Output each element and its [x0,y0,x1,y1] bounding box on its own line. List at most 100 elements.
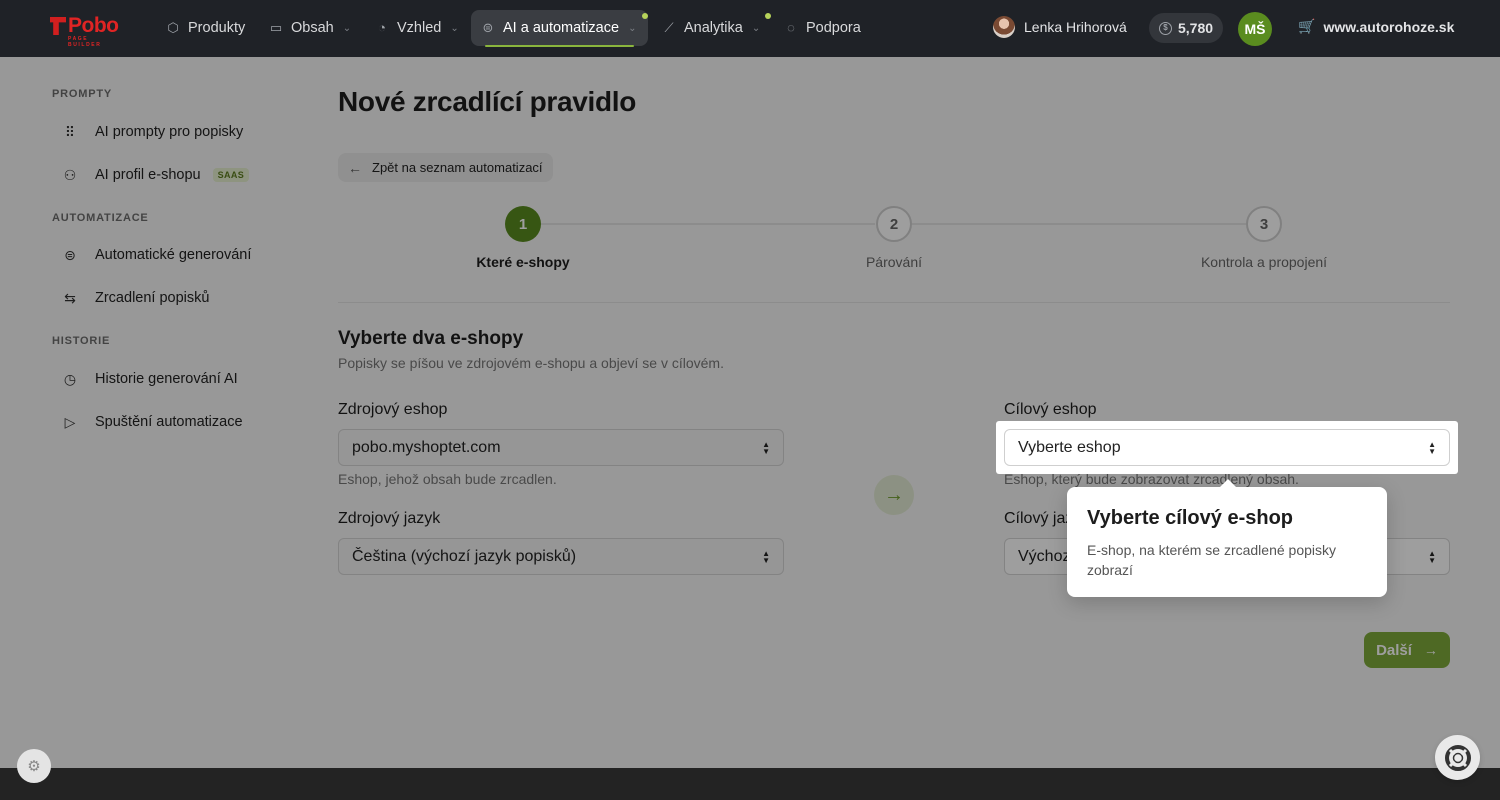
notification-dot [765,13,771,19]
logo-subtitle: PAGE BUILDER [68,36,102,48]
notification-dot [642,13,648,19]
source-eshop-value: pobo.myshoptet.com [352,438,501,456]
nav-label: Podpora [806,20,861,36]
grid-icon: ⠿ [64,124,76,140]
play-icon: ▷ [64,414,76,430]
stepper-line [912,223,1246,225]
chat-icon: ◌ [787,20,795,35]
site-switcher[interactable]: 🛒 www.autorohoze.sk [1298,18,1454,35]
step-2-label: Párování [865,254,923,270]
source-language-select[interactable]: Čeština (výchozí jazyk popisků) ▲ ▼ [338,538,784,575]
chevron-down-icon: ⌄ [450,22,459,34]
target-eshop-select[interactable]: Vyberte eshop ▲ ▼ [1004,429,1450,466]
source-eshop-select[interactable]: pobo.myshoptet.com ▲ ▼ [338,429,784,466]
section-divider [338,302,1450,303]
sidebar-item-zrcadleni-popisku[interactable]: ⇆ Zrcadlení popisků [62,286,209,310]
source-eshop-label: Zdrojový eshop [338,401,448,418]
sidebar-item-spusteni-automatizace[interactable]: ▷ Spuštění automatizace [62,410,243,434]
arrow-right-icon: → [1423,642,1438,658]
source-language-label: Zdrojový jazyk [338,510,441,527]
select-arrows-icon: ▲ ▼ [1428,549,1436,565]
swap-icon: ⇆ [64,290,76,306]
help-button[interactable] [1435,735,1480,780]
sidebar-section-automatizace: AUTOMATIZACE [52,212,149,224]
sidebar-item-label: Automatické generování [95,247,252,263]
source-eshop-help: Eshop, jehož obsah bude zrcadlen. [338,471,557,487]
tooltip-body: E-shop, na kterém se zrcadlené popisky z… [1087,542,1337,578]
folder-icon: ▭ [269,20,283,35]
target-eshop-value: Vyberte eshop [1018,438,1121,456]
next-button-label: Další [1376,641,1412,659]
bottom-bar [0,768,1500,800]
robot-icon: ⊜ [64,247,76,263]
step-3-indicator: 3 [1246,206,1282,242]
sidebar-item-ai-profil[interactable]: ⚇ AI profil e-shopu SAAS [62,163,250,187]
nav-ai-automatizace[interactable]: ⊜ AI a automatizace ⌄ [471,10,648,47]
sidebar-item-label: Historie generování AI [95,371,238,387]
source-language-value: Čeština (výchozí jazyk popisků) [352,547,577,565]
sidebar-section-prompty: PROMPTY [52,88,112,100]
back-to-automations-button[interactable]: ← Zpět na seznam automatizací [338,153,553,182]
top-navigation: Pobo PAGE BUILDER ⬡ Produkty ▭ Obsah ⌄ ◔… [0,0,1500,57]
nav-obsah[interactable]: ▭ Obsah ⌄ [259,10,361,46]
section-title: Vyberte dva e-shopy [338,328,524,349]
logo[interactable]: Pobo PAGE BUILDER [50,14,119,48]
site-url: www.autorohoze.sk [1323,18,1455,35]
box-icon: ⬡ [167,20,179,35]
select-arrows-icon: ▲ ▼ [762,440,770,456]
logo-mark-icon [50,17,66,35]
user-name: Lenka Hrihorová [1024,19,1127,35]
step-1-label: Které e-shopy [476,254,570,270]
nav-vzhled[interactable]: ◔ Vzhled ⌄ [365,10,469,46]
target-eshop-label: Cílový eshop [1004,401,1097,418]
step-2-indicator: 2 [876,206,912,242]
coin-icon: $ [1159,21,1172,35]
chevron-down-icon: ⌄ [342,22,352,34]
nav-label: Obsah [291,20,334,36]
sidebar-item-ai-prompty[interactable]: ⠿ AI prompty pro popisky [62,120,243,144]
nav-produkty[interactable]: ⬡ Produkty [156,10,255,46]
sidebar-item-label: AI prompty pro popisky [95,124,244,140]
tour-tooltip: Vyberte cílový e-shop E-shop, na kterém … [1067,479,1387,597]
step-1-indicator: 1 [505,206,541,242]
credits-value: 5,780 [1178,20,1214,36]
chart-icon: ⟋ [664,20,674,35]
nav-podpora[interactable]: ◌ Podpora [774,10,871,46]
arrow-left-icon: ← [348,159,362,176]
logo-text: Pobo [68,14,119,37]
nav-label: Produkty [188,20,246,36]
sidebar-section-historie: HISTORIE [52,335,111,347]
cart-icon: 🛒 [1298,18,1316,34]
sidebar-item-automaticke-generovani[interactable]: ⊜ Automatické generování [62,243,251,267]
settings-button[interactable]: ⚙ [17,749,51,783]
lifebuoy-icon [1444,744,1471,771]
tooltip-title: Vyberte cílový e-shop [1087,507,1293,529]
page-title: Nové zrcadlící pravidlo [338,86,637,117]
user-menu[interactable]: Lenka Hrihorová [993,16,1127,38]
credits-badge[interactable]: $ 5,780 [1149,13,1224,43]
sidebar-item-historie-generovani[interactable]: ◷ Historie generování AI [62,367,238,391]
clock-icon: ◷ [63,371,77,387]
gear-icon: ⚙ [27,758,41,775]
nav-analytika[interactable]: ⟋ Analytika ⌄ [652,10,770,46]
user-gear-icon: ⚇ [63,167,77,183]
arrow-right-icon: → [874,475,914,515]
select-arrows-icon: ▲ ▼ [762,549,770,565]
nav-label: Analytika [684,20,743,36]
palette-icon: ◔ [378,20,386,35]
account-avatar[interactable]: MŠ [1238,12,1272,46]
sidebar-item-label: AI profil e-shopu [95,167,201,183]
nav-label: Vzhled [397,20,442,36]
back-button-label: Zpět na seznam automatizací [372,160,543,175]
avatar [993,16,1015,38]
stepper-line [541,223,875,225]
chevron-down-icon: ⌄ [628,22,637,34]
robot-icon: ⊜ [482,20,494,35]
select-arrows-icon: ▲ ▼ [1428,440,1436,456]
nav-label: AI a automatizace [503,20,620,36]
section-subtitle: Popisky se píšou ve zdrojovém e-shopu a … [338,355,724,371]
sidebar-item-label: Spuštění automatizace [95,414,243,430]
step-3-label: Kontrola a propojení [1200,254,1328,270]
next-button[interactable]: Další → [1364,632,1450,668]
sidebar-item-label: Zrcadlení popisků [95,290,210,306]
